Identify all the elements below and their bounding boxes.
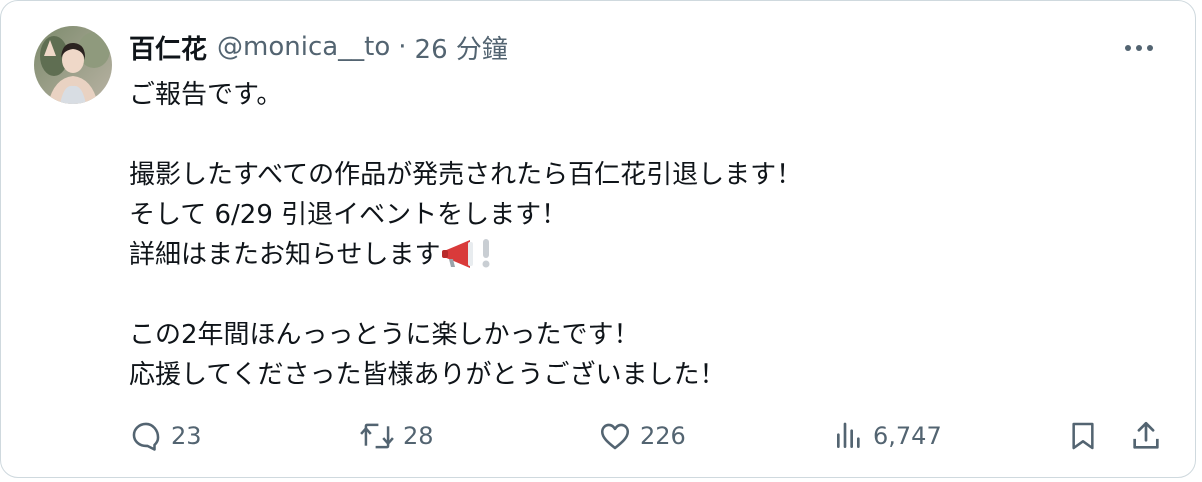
- tweet-line: この2年間ほんっっとうに楽しかったです！: [129, 320, 640, 350]
- post-timestamp[interactable]: 26 分鐘: [415, 29, 508, 66]
- avatar[interactable]: [34, 26, 112, 104]
- tweet-line: ご報告です。: [129, 80, 283, 110]
- reply-icon: [132, 422, 160, 451]
- megaphone-icon: [440, 240, 474, 280]
- share-button[interactable]: [1129, 411, 1163, 461]
- repost-icon: [360, 423, 394, 449]
- views-button[interactable]: 6,747: [833, 411, 942, 461]
- user-handle[interactable]: @monica__to: [217, 32, 390, 62]
- action-bar: 23 28 226 6,747: [1, 411, 1197, 461]
- repost-button[interactable]: 28: [359, 411, 434, 461]
- bookmark-button[interactable]: [1067, 411, 1099, 461]
- more-options-button[interactable]: [1119, 33, 1159, 63]
- tweet-line-with-emoji: 詳細はまたお知らせします: [129, 235, 1149, 275]
- tweet-text: ご報告です。 撮影したすべての作品が発売されたら百仁花引退します！ そして 6/…: [129, 75, 1149, 395]
- tweet-line-text: 詳細はまたお知らせします: [129, 240, 441, 270]
- header-separator: ·: [398, 32, 407, 62]
- heart-icon: [600, 423, 630, 450]
- reply-count: 23: [171, 422, 202, 450]
- like-count: 226: [640, 422, 686, 450]
- reply-button[interactable]: 23: [129, 411, 202, 461]
- tweet-line: そして 6/29 引退イベントをします！: [129, 200, 568, 230]
- more-icon: [1125, 45, 1153, 51]
- views-icon: [837, 422, 860, 448]
- avatar-photo: [34, 26, 112, 104]
- display-name[interactable]: 百仁花: [129, 29, 207, 66]
- bookmark-icon: [1072, 422, 1094, 450]
- share-icon: [1133, 421, 1159, 449]
- exclamation-icon: [480, 238, 492, 280]
- tweet-line: 応援してくださった皆様ありがとうございました！: [129, 360, 726, 390]
- views-count: 6,747: [873, 422, 942, 450]
- tweet-line: 撮影したすべての作品が発売されたら百仁花引退します！: [129, 160, 803, 190]
- tweet-card[interactable]: 百仁花 @monica__to · 26 分鐘 ご報告です。 撮影したすべての作…: [0, 0, 1196, 478]
- like-button[interactable]: 226: [598, 411, 686, 461]
- tweet-header: 百仁花 @monica__to · 26 分鐘: [129, 27, 508, 67]
- repost-count: 28: [403, 422, 434, 450]
